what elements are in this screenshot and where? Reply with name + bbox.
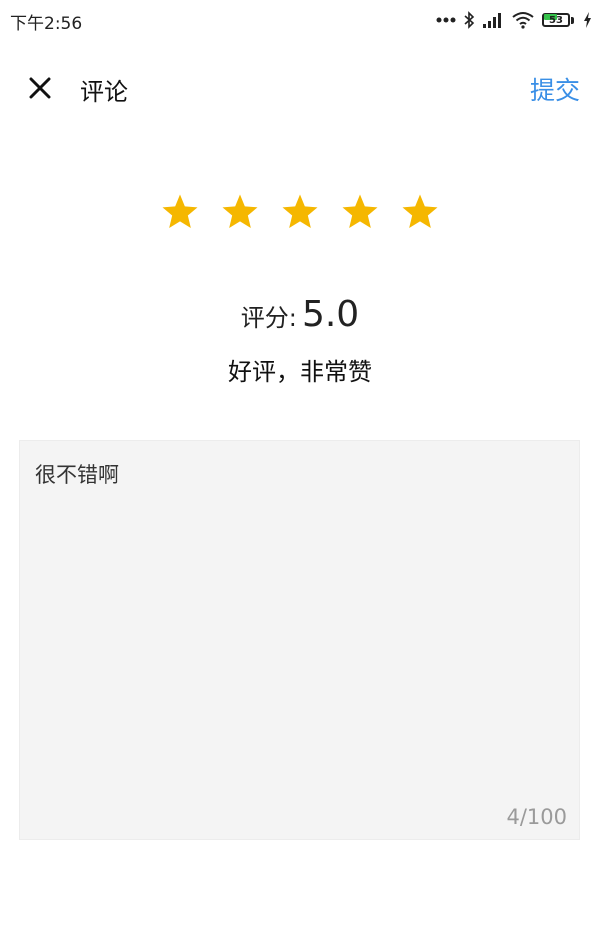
submit-button[interactable]: 提交: [530, 71, 580, 107]
score-label: 评分:: [240, 304, 297, 332]
char-count: 4/100: [506, 805, 567, 829]
page-title: 评论: [80, 78, 128, 106]
score-value: 5.0: [301, 294, 360, 335]
dots-icon: [436, 17, 456, 23]
battery-cap: [571, 16, 574, 24]
battery-icon: 53: [542, 12, 576, 29]
status-bar: 下午2:56 53: [0, 0, 600, 40]
star-icon[interactable]: [400, 192, 440, 232]
status-icons: 53: [436, 9, 592, 31]
score-row: 评分: 5.0: [0, 294, 600, 335]
wifi-icon: [512, 12, 534, 29]
bluetooth-icon: [464, 11, 475, 29]
signal-icon: [483, 13, 501, 28]
battery-level: 53: [549, 14, 563, 26]
charging-icon: [584, 12, 591, 28]
rating-description: 好评，非常赞: [228, 358, 372, 386]
star-icon[interactable]: [280, 192, 320, 232]
close-button[interactable]: [22, 70, 58, 106]
comment-text: 很不错啊: [35, 463, 119, 487]
status-time: 下午2:56: [10, 14, 83, 34]
star-icon[interactable]: [160, 192, 200, 232]
star-icon[interactable]: [220, 192, 260, 232]
star-rating: [0, 192, 600, 232]
nav-bar: 评论 提交: [0, 60, 600, 116]
close-icon: [29, 77, 51, 99]
star-icon[interactable]: [340, 192, 380, 232]
comment-textarea[interactable]: 很不错啊 4/100: [19, 440, 580, 840]
